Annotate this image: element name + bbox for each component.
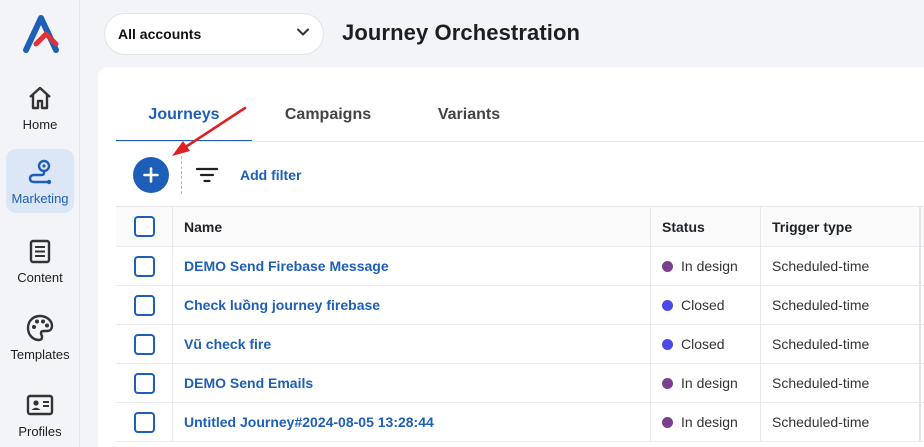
status-dot <box>662 299 673 311</box>
trigger-cell: Scheduled-time <box>761 364 921 402</box>
page-title: Journey Orchestration <box>342 20 581 45</box>
home-icon <box>25 83 55 113</box>
status-dot <box>662 377 673 389</box>
sidebar-item-content[interactable]: Content <box>6 228 74 292</box>
add-journey-button[interactable] <box>133 157 169 193</box>
journey-name-link[interactable]: Untitled Journey#2024-08-05 13:28:44 <box>184 414 434 430</box>
table-row[interactable]: DEMO Send Emails In design Scheduled-time <box>116 364 924 403</box>
journey-name-link[interactable]: Check luồng journey firebase <box>184 297 380 313</box>
select-all-cell <box>116 207 173 246</box>
status-cell: Closed <box>651 325 761 363</box>
sidebar: Home Marketing Content Templates Profile… <box>0 0 80 447</box>
trigger-type-text: Scheduled-time <box>772 258 870 274</box>
status-dot <box>662 338 673 350</box>
trigger-cell: Scheduled-time <box>761 403 921 441</box>
tab-variants[interactable]: Variants <box>404 89 534 141</box>
id-card-icon <box>25 390 55 420</box>
sidebar-item-profiles[interactable]: Profiles <box>6 382 74 446</box>
row-checkbox[interactable] <box>134 255 155 277</box>
sidebar-item-label: Marketing <box>11 191 69 206</box>
sidebar-item-label: Templates <box>10 347 70 362</box>
add-filter-button[interactable]: Add filter <box>240 167 301 183</box>
app-logo[interactable] <box>22 14 60 54</box>
journey-name-link[interactable]: DEMO Send Firebase Message <box>184 258 389 274</box>
tab-campaigns[interactable]: Campaigns <box>252 89 404 141</box>
row-select-cell <box>116 247 173 285</box>
trigger-cell: Scheduled-time <box>761 247 921 285</box>
status-dot <box>662 260 673 272</box>
row-select-cell <box>116 403 173 441</box>
journeys-table: Name Status Trigger type DEMO Send Fireb… <box>116 206 924 442</box>
toolbar-divider <box>181 156 182 194</box>
status-cell: In design <box>651 403 761 441</box>
row-checkbox[interactable] <box>134 294 155 316</box>
sidebar-item-marketing[interactable]: Marketing <box>6 149 74 213</box>
chevron-down-icon <box>295 24 311 45</box>
row-select-cell <box>116 286 173 324</box>
table-row[interactable]: DEMO Send Firebase Message In design Sched… <box>116 247 924 286</box>
select-all-checkbox[interactable] <box>134 216 155 237</box>
toolbar: Add filter <box>133 156 301 194</box>
status-dot <box>662 416 673 428</box>
tab-bar: Journeys Campaigns Variants <box>116 89 534 142</box>
row-checkbox[interactable] <box>134 333 155 355</box>
column-header-status[interactable]: Status <box>651 207 761 246</box>
journey-name-link[interactable]: DEMO Send Emails <box>184 375 313 391</box>
trigger-type-text: Scheduled-time <box>772 375 870 391</box>
row-checkbox[interactable] <box>134 372 155 394</box>
name-cell: DEMO Send Firebase Message <box>173 247 651 285</box>
main-panel: Journeys Campaigns Variants Add filter N… <box>98 67 924 447</box>
status-text: Closed <box>681 336 725 352</box>
status-text: In design <box>681 258 738 274</box>
filter-icon[interactable] <box>194 162 220 188</box>
table-header-row: Name Status Trigger type <box>116 207 924 247</box>
marketing-route-icon <box>25 157 55 187</box>
tab-divider <box>116 141 924 142</box>
trigger-type-text: Scheduled-time <box>772 297 870 313</box>
status-cell: Closed <box>651 286 761 324</box>
sidebar-item-label: Content <box>17 270 63 285</box>
status-cell: In design <box>651 364 761 402</box>
name-cell: DEMO Send Emails <box>173 364 651 402</box>
name-cell: Check luồng journey firebase <box>173 286 651 324</box>
palette-icon <box>25 313 55 343</box>
plus-icon <box>143 167 159 183</box>
row-select-cell <box>116 325 173 363</box>
status-text: In design <box>681 414 738 430</box>
sidebar-item-label: Home <box>22 117 58 132</box>
trigger-cell: Scheduled-time <box>761 286 921 324</box>
status-text: Closed <box>681 297 725 313</box>
sidebar-item-home[interactable]: Home <box>6 75 74 139</box>
document-icon <box>25 236 55 266</box>
tab-journeys[interactable]: Journeys <box>116 89 252 142</box>
trigger-type-text: Scheduled-time <box>772 414 870 430</box>
column-header-trigger-type[interactable]: Trigger type <box>761 207 921 246</box>
account-select-value: All accounts <box>118 26 202 42</box>
name-cell: Untitled Journey#2024-08-05 13:28:44 <box>173 403 651 441</box>
table-row[interactable]: Untitled Journey#2024-08-05 13:28:44 In d… <box>116 403 924 442</box>
trigger-type-text: Scheduled-time <box>772 336 870 352</box>
account-select[interactable]: All accounts <box>104 13 324 55</box>
row-checkbox[interactable] <box>134 411 155 433</box>
table-row[interactable]: Vũ check fire Closed Scheduled-time <box>116 325 924 364</box>
column-header-name[interactable]: Name <box>173 207 651 246</box>
status-cell: In design <box>651 247 761 285</box>
sidebar-item-label: Profiles <box>18 424 62 439</box>
logo-icon <box>23 15 59 53</box>
table-row[interactable]: Check luồng journey firebase Closed Schedu… <box>116 286 924 325</box>
name-cell: Vũ check fire <box>173 325 651 363</box>
trigger-cell: Scheduled-time <box>761 325 921 363</box>
sidebar-item-templates[interactable]: Templates <box>6 305 74 369</box>
row-select-cell <box>116 364 173 402</box>
journey-name-link[interactable]: Vũ check fire <box>184 336 271 352</box>
table-body: DEMO Send Firebase Message In design Sched… <box>116 247 924 442</box>
status-text: In design <box>681 375 738 391</box>
